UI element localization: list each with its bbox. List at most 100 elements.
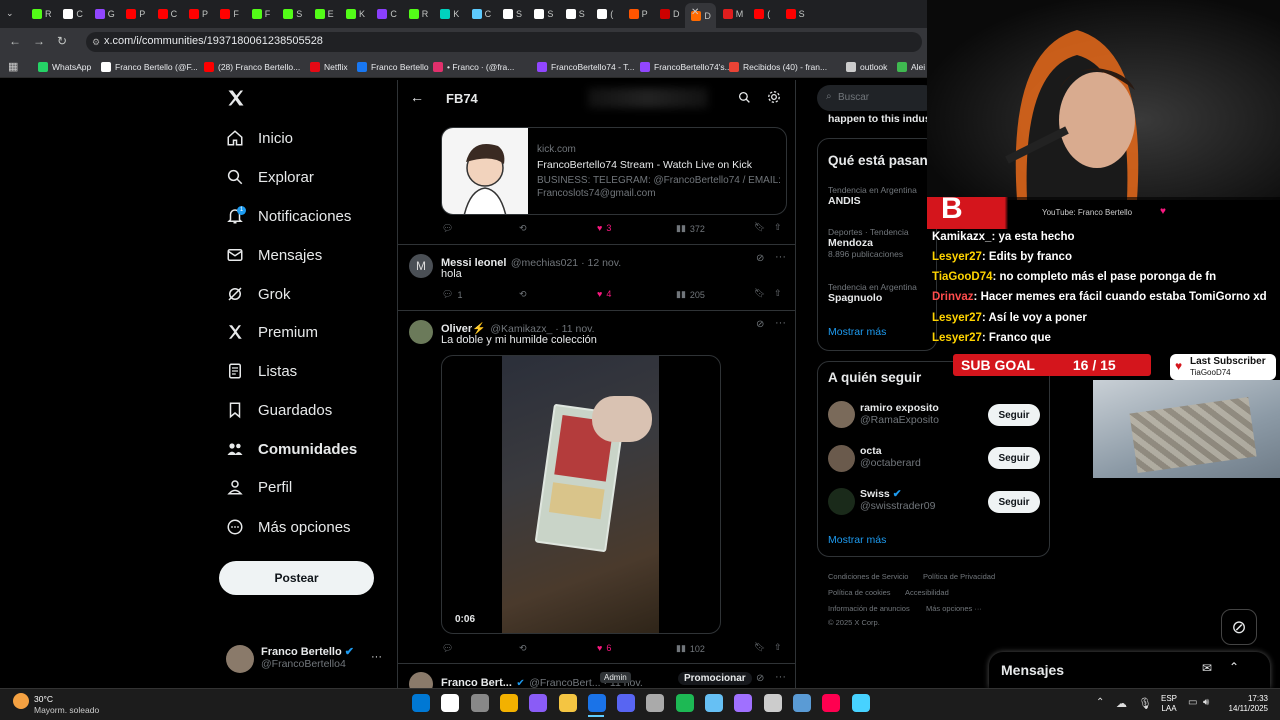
footer-link[interactable]: Política de cookies [828,588,891,597]
browser-tab[interactable]: S [780,5,811,23]
trend-item[interactable]: Deportes · Tendencia Mendoza 8.896 publica… [828,227,909,259]
messages-dock[interactable]: Mensajes ✉ ⌃ [989,652,1270,688]
tray-overflow-icon[interactable]: ⌃ [1096,697,1104,708]
cloud-icon[interactable]: ☁ [1116,697,1127,710]
grok-fab-icon[interactable]: ⊘ [1221,609,1257,645]
taskbar-app-icon[interactable] [558,694,577,712]
back-arrow-icon[interactable]: ← [410,89,424,105]
nav-more[interactable]: Más opciones [226,514,351,540]
footer-link[interactable]: Información de anuncios [828,604,910,613]
like-button[interactable]: ♥ 6 [597,643,611,653]
nav-profile[interactable]: Perfil [226,474,292,500]
like-button[interactable]: ♥ 4 [597,289,611,299]
bookmark-button[interactable]: 🔖︎ [754,222,765,233]
taskbar-app-icon[interactable] [646,694,665,712]
browser-tab[interactable]: E [309,5,340,23]
taskbar-app-icon[interactable] [412,694,430,712]
browser-tab[interactable]: G [89,5,120,23]
grok-icon[interactable]: ⊘ [756,673,764,684]
bookmark-item[interactable]: WhatsApp [38,59,91,75]
bookmark-item[interactable]: Recibidos (40) - fran... [729,59,827,75]
browser-tab[interactable]: C [466,5,497,23]
browser-tab[interactable]: D [654,5,685,23]
reply-button[interactable]: 💬︎ [442,643,453,654]
browser-tab[interactable]: C [57,5,88,23]
avatar[interactable] [828,401,855,428]
volume-icon[interactable]: 🔊︎ [1203,697,1209,708]
views-button[interactable]: ▮▮ 102 [676,643,705,654]
more-dots-icon[interactable]: ··· [775,251,786,263]
browser-tab[interactable]: P [183,5,214,23]
browser-tab[interactable]: C [152,5,183,23]
browser-tab[interactable]: ( [591,5,622,23]
browser-tab[interactable]: P [120,5,151,23]
browser-tab[interactable]: R [403,5,434,23]
taskbar-app-icon[interactable] [675,694,694,712]
bookmark-button[interactable]: 🔖︎ [754,288,765,299]
language-indicator[interactable]: ESP LAA [1161,694,1177,714]
reload-icon[interactable]: ↻ [57,34,67,48]
follow-user[interactable]: Swiss ✔ @swisstrader09 [860,488,935,512]
taskbar-app-icon[interactable] [587,694,606,712]
browser-tab[interactable]: F [246,5,277,23]
nav-premium[interactable]: Premium [226,319,318,345]
share-button[interactable]: ⇧ [774,288,782,299]
bookmark-item[interactable]: FrancoBertello74 - T... [537,59,634,75]
bookmark-item[interactable]: Netflix [310,59,348,75]
browser-tab[interactable]: P [623,5,654,23]
follow-show-more[interactable]: Mostrar más [828,534,886,546]
weather-sun-icon[interactable] [13,693,29,709]
follow-user[interactable]: ramiro exposito @RamaExposito [860,402,939,426]
search-input[interactable]: Buscar [817,85,937,111]
avatar[interactable] [409,672,433,688]
taskbar-app-icon[interactable] [499,694,518,712]
nav-home[interactable]: Inicio [226,125,293,151]
more-dots-icon[interactable]: ··· [775,317,786,329]
avatar[interactable] [828,488,855,515]
footer-link[interactable]: Política de Privacidad [923,572,995,581]
taskbar-app-icon[interactable] [441,694,460,712]
like-button[interactable]: ♥ 3 [597,223,611,233]
taskbar-app-icon[interactable] [851,694,870,712]
avatar[interactable] [828,445,855,472]
taskbar-app-icon[interactable] [470,694,489,712]
browser-tab[interactable]: S [497,5,528,23]
share-button[interactable]: ⇧ [774,222,782,233]
trends-show-more[interactable]: Mostrar más [828,326,886,338]
bookmark-item[interactable]: (28) Franco Bertello... [204,59,300,75]
reply-button[interactable]: 💬︎ [442,223,453,234]
account-switcher[interactable]: Franco Bertello ✔ @FrancoBertello4 [261,645,354,670]
browser-tab[interactable]: F [214,5,245,23]
grok-icon[interactable]: ⊘ [756,253,764,264]
author-handle[interactable]: @mechias021 · 12 nov. [511,257,621,269]
settings-gear-icon[interactable] [767,90,781,104]
avatar[interactable] [226,645,254,673]
taskbar-app-icon[interactable] [705,694,723,712]
promote-button[interactable]: Promocionar [678,672,752,685]
author-name[interactable]: Franco Bert... [441,677,512,688]
follow-user[interactable]: octa @octaberard [860,445,921,469]
back-icon[interactable]: ← [9,34,21,48]
new-message-icon[interactable]: ✉ [1202,661,1212,675]
browser-tab[interactable]: S [560,5,591,23]
footer-link[interactable]: Accesibilidad [905,588,949,597]
video-player[interactable]: 0:06 [441,355,721,634]
taskbar-app-icon[interactable] [763,694,782,712]
network-icon[interactable]: ▭ [1188,697,1197,708]
more-dots-icon[interactable]: ··· [371,651,382,663]
taskbar-app-icon[interactable] [617,694,636,712]
nav-grok[interactable]: Grok [226,281,291,307]
browser-tab[interactable]: R [26,5,57,23]
browser-tab[interactable]: ( [748,5,779,23]
follow-button[interactable]: Seguir [988,404,1040,426]
nav-lists[interactable]: Listas [226,358,297,384]
apps-icon[interactable]: ▦ [8,60,18,73]
nav-bookmarks[interactable]: Guardados [226,397,332,423]
post-button[interactable]: Postear [219,561,374,595]
browser-tab[interactable]: M [717,5,748,23]
search-icon[interactable] [738,91,751,104]
footer-link[interactable]: Condiciones de Servicio [828,572,908,581]
bookmark-item[interactable]: • Franco ∙ (@fra... [433,59,514,75]
grok-icon[interactable]: ⊘ [756,319,764,330]
nav-explore[interactable]: Explorar [226,164,314,190]
